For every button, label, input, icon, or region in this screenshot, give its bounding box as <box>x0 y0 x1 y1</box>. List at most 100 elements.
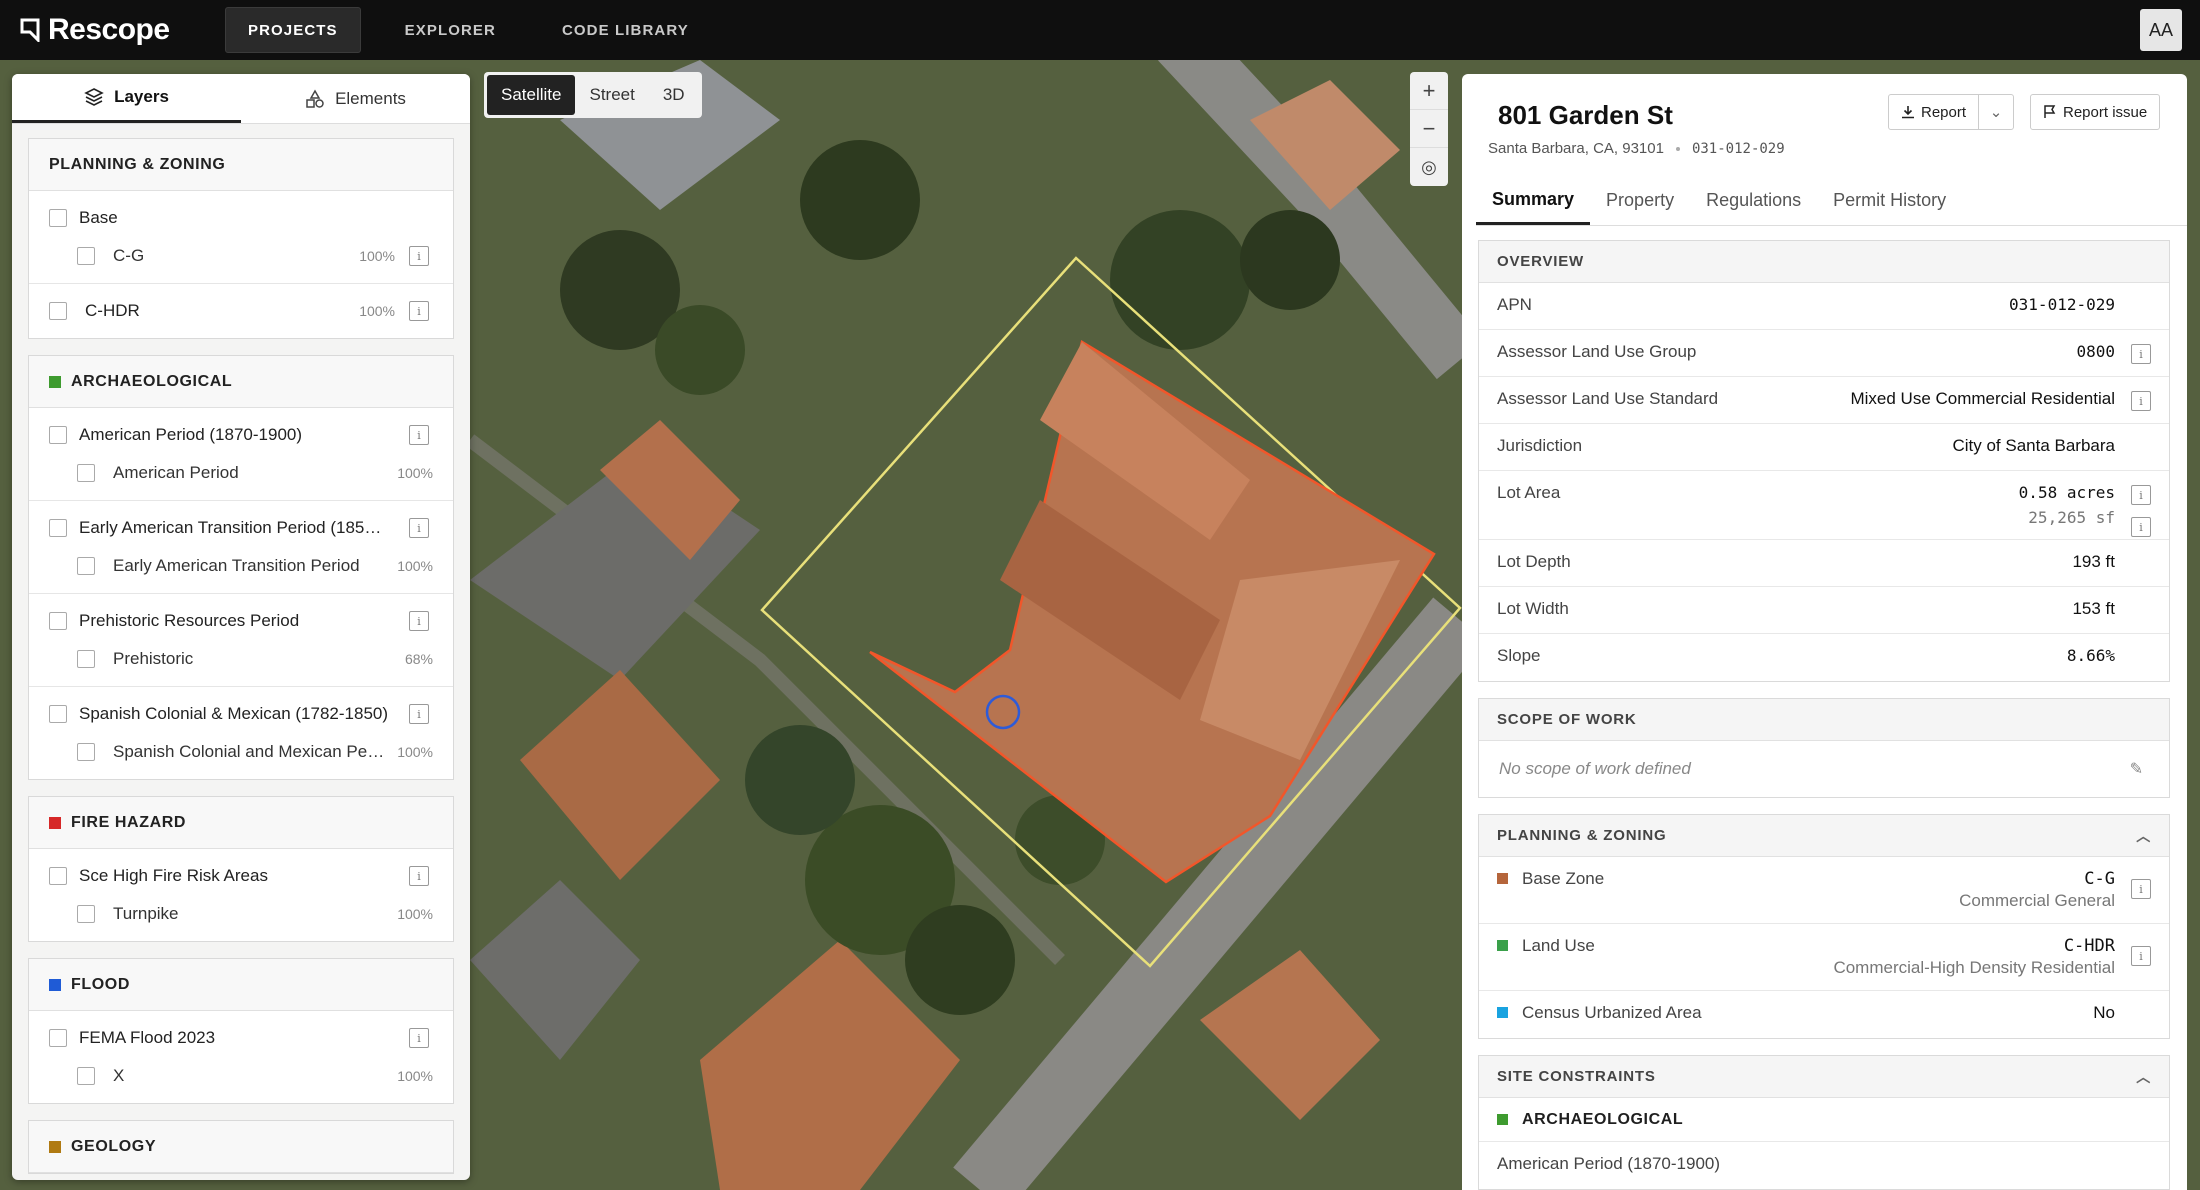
tab-permit-history[interactable]: Permit History <box>1817 176 1962 225</box>
sublayer-checkbox[interactable] <box>77 743 95 761</box>
report-button[interactable]: Report <box>1889 95 1980 129</box>
site-constraints-section: SITE CONSTRAINTS ︿ ARCHAEOLOGICAL America… <box>1478 1055 2170 1190</box>
download-icon <box>1902 106 1914 119</box>
row-value: 031-012-029 <box>2009 295 2115 314</box>
opacity-pct: 100% <box>397 1068 433 1084</box>
info-icon[interactable]: i <box>2131 485 2151 505</box>
tab-summary[interactable]: Summary <box>1476 176 1591 225</box>
layer-label: Prehistoric Resources Period <box>79 611 300 630</box>
planning-zoning-section: PLANNING & ZONING ︿ Base Zone C-G Commerci… <box>1478 814 2170 1039</box>
layers-icon <box>84 88 104 106</box>
tab-elements-label: Elements <box>335 88 406 108</box>
overview-row: Lot Depth 193 ft <box>1479 540 2169 587</box>
row-value: C-G <box>2084 869 2115 889</box>
row-value-secondary: Commercial-High Density Residential <box>1833 958 2115 977</box>
opacity-pct: 100% <box>397 558 433 574</box>
opacity-pct: 100% <box>397 744 433 760</box>
zoom-out-button[interactable]: − <box>1410 110 1448 148</box>
layer-checkbox[interactable] <box>49 426 67 444</box>
sublayer-checkbox[interactable] <box>77 905 95 923</box>
chevron-up-icon[interactable]: ︿ <box>2136 1067 2151 1087</box>
sublayer-checkbox[interactable] <box>77 247 95 265</box>
zoom-in-button[interactable]: + <box>1410 72 1448 110</box>
info-icon[interactable]: i <box>2131 517 2151 537</box>
compass-icon[interactable]: ◎ <box>1410 148 1448 186</box>
info-icon[interactable]: i <box>2131 344 2151 364</box>
map-mode-switcher: Satellite Street 3D <box>484 72 702 118</box>
constraint-group-header[interactable]: ARCHAEOLOGICAL <box>1479 1098 2169 1142</box>
info-icon[interactable]: i <box>409 866 429 886</box>
info-icon[interactable]: i <box>409 518 429 538</box>
nav-tab-projects[interactable]: PROJECTS <box>225 7 361 53</box>
group-title: GEOLOGY <box>71 1137 157 1155</box>
group-header[interactable]: ARCHAEOLOGICAL <box>29 356 453 408</box>
row-key: Assessor Land Use Standard <box>1497 389 1719 408</box>
layer-checkbox[interactable] <box>49 1029 67 1047</box>
info-icon[interactable]: i <box>409 425 429 445</box>
user-avatar[interactable]: AA <box>2140 9 2182 51</box>
info-icon[interactable]: i <box>409 301 429 321</box>
edit-pencil-icon[interactable]: ✎ <box>2130 759 2143 779</box>
mode-satellite[interactable]: Satellite <box>487 75 576 115</box>
overview-row: Assessor Land Use Group 0800 i <box>1479 330 2169 377</box>
opacity-pct: 68% <box>404 651 433 667</box>
tab-regulations[interactable]: Regulations <box>1690 176 1817 225</box>
sublayer-checkbox[interactable] <box>77 650 95 668</box>
info-icon[interactable]: i <box>409 704 429 724</box>
info-icon[interactable]: i <box>409 246 429 266</box>
property-apn: 031-012-029 <box>1691 140 1785 157</box>
layer-group-planning: PLANNING & ZONING Base C-G 100% i C-HDR 100… <box>28 138 454 339</box>
tab-property[interactable]: Property <box>1590 176 1690 225</box>
info-icon[interactable]: i <box>409 611 429 631</box>
report-issue-button[interactable]: Report issue <box>2030 94 2161 130</box>
sublayer-label: Turnpike <box>113 904 179 923</box>
nav-tab-code-library[interactable]: CODE LIBRARY <box>540 7 711 53</box>
layer-label: American Period (1870-1900) <box>79 425 303 444</box>
row-value-secondary: Commercial General <box>1959 891 2115 910</box>
layer-checkbox[interactable] <box>49 612 67 630</box>
layer-label: Base <box>79 208 118 227</box>
info-icon[interactable]: i <box>2131 946 2151 966</box>
mode-3d[interactable]: 3D <box>649 75 699 115</box>
group-header[interactable]: GEOLOGY <box>29 1121 453 1173</box>
overview-row: Lot Area 0.58 acres 25,265 sf ii <box>1479 471 2169 540</box>
property-title: 801 Garden St <box>1498 100 1673 130</box>
info-icon[interactable]: i <box>409 1028 429 1048</box>
mode-street[interactable]: Street <box>575 75 648 115</box>
sublayer-checkbox[interactable] <box>77 557 95 575</box>
section-header[interactable]: SITE CONSTRAINTS ︿ <box>1479 1056 2169 1098</box>
rescope-logo[interactable]: Rescope <box>20 13 225 47</box>
section-header[interactable]: PLANNING & ZONING ︿ <box>1479 815 2169 857</box>
group-header[interactable]: PLANNING & ZONING <box>29 139 453 191</box>
zoning-row: Land Use C-HDR Commercial-High Density Re… <box>1479 924 2169 991</box>
row-key: Census Urbanized Area <box>1522 1003 1702 1022</box>
info-icon[interactable]: i <box>2131 391 2151 411</box>
info-icon[interactable]: i <box>2131 879 2151 899</box>
nav-tab-explorer[interactable]: EXPLORER <box>383 7 518 53</box>
shapes-icon <box>306 88 324 108</box>
layer-checkbox[interactable] <box>49 519 67 537</box>
layer-checkbox[interactable] <box>49 302 67 320</box>
logo-text: Rescope <box>48 13 170 46</box>
group-header[interactable]: FLOOD <box>29 959 453 1011</box>
chevron-down-icon[interactable]: ⌄ <box>1979 103 2013 121</box>
layer-checkbox[interactable] <box>49 705 67 723</box>
group-color-swatch <box>49 816 61 829</box>
overview-section: OVERVIEW APN 031-012-029 Assessor Land Us… <box>1478 240 2170 682</box>
group-color-swatch <box>1497 1114 1508 1125</box>
group-title: FIRE HAZARD <box>71 813 187 831</box>
layer-checkbox[interactable] <box>49 867 67 885</box>
overview-row: Slope 8.66% <box>1479 634 2169 681</box>
sublayer-checkbox[interactable] <box>77 464 95 482</box>
sublayer-label: X <box>113 1066 125 1085</box>
layer-checkbox[interactable] <box>49 209 67 227</box>
tab-layers[interactable]: Layers <box>12 74 241 123</box>
row-value-secondary: 25,265 sf <box>2028 508 2115 527</box>
flag-icon <box>2044 105 2056 118</box>
chevron-up-icon[interactable]: ︿ <box>2136 826 2151 846</box>
sublayer-checkbox[interactable] <box>77 1067 95 1085</box>
tab-layers-label: Layers <box>114 87 169 106</box>
tab-elements[interactable]: Elements <box>241 74 470 123</box>
row-key: Assessor Land Use Group <box>1497 342 1697 361</box>
group-header[interactable]: FIRE HAZARD <box>29 797 453 849</box>
